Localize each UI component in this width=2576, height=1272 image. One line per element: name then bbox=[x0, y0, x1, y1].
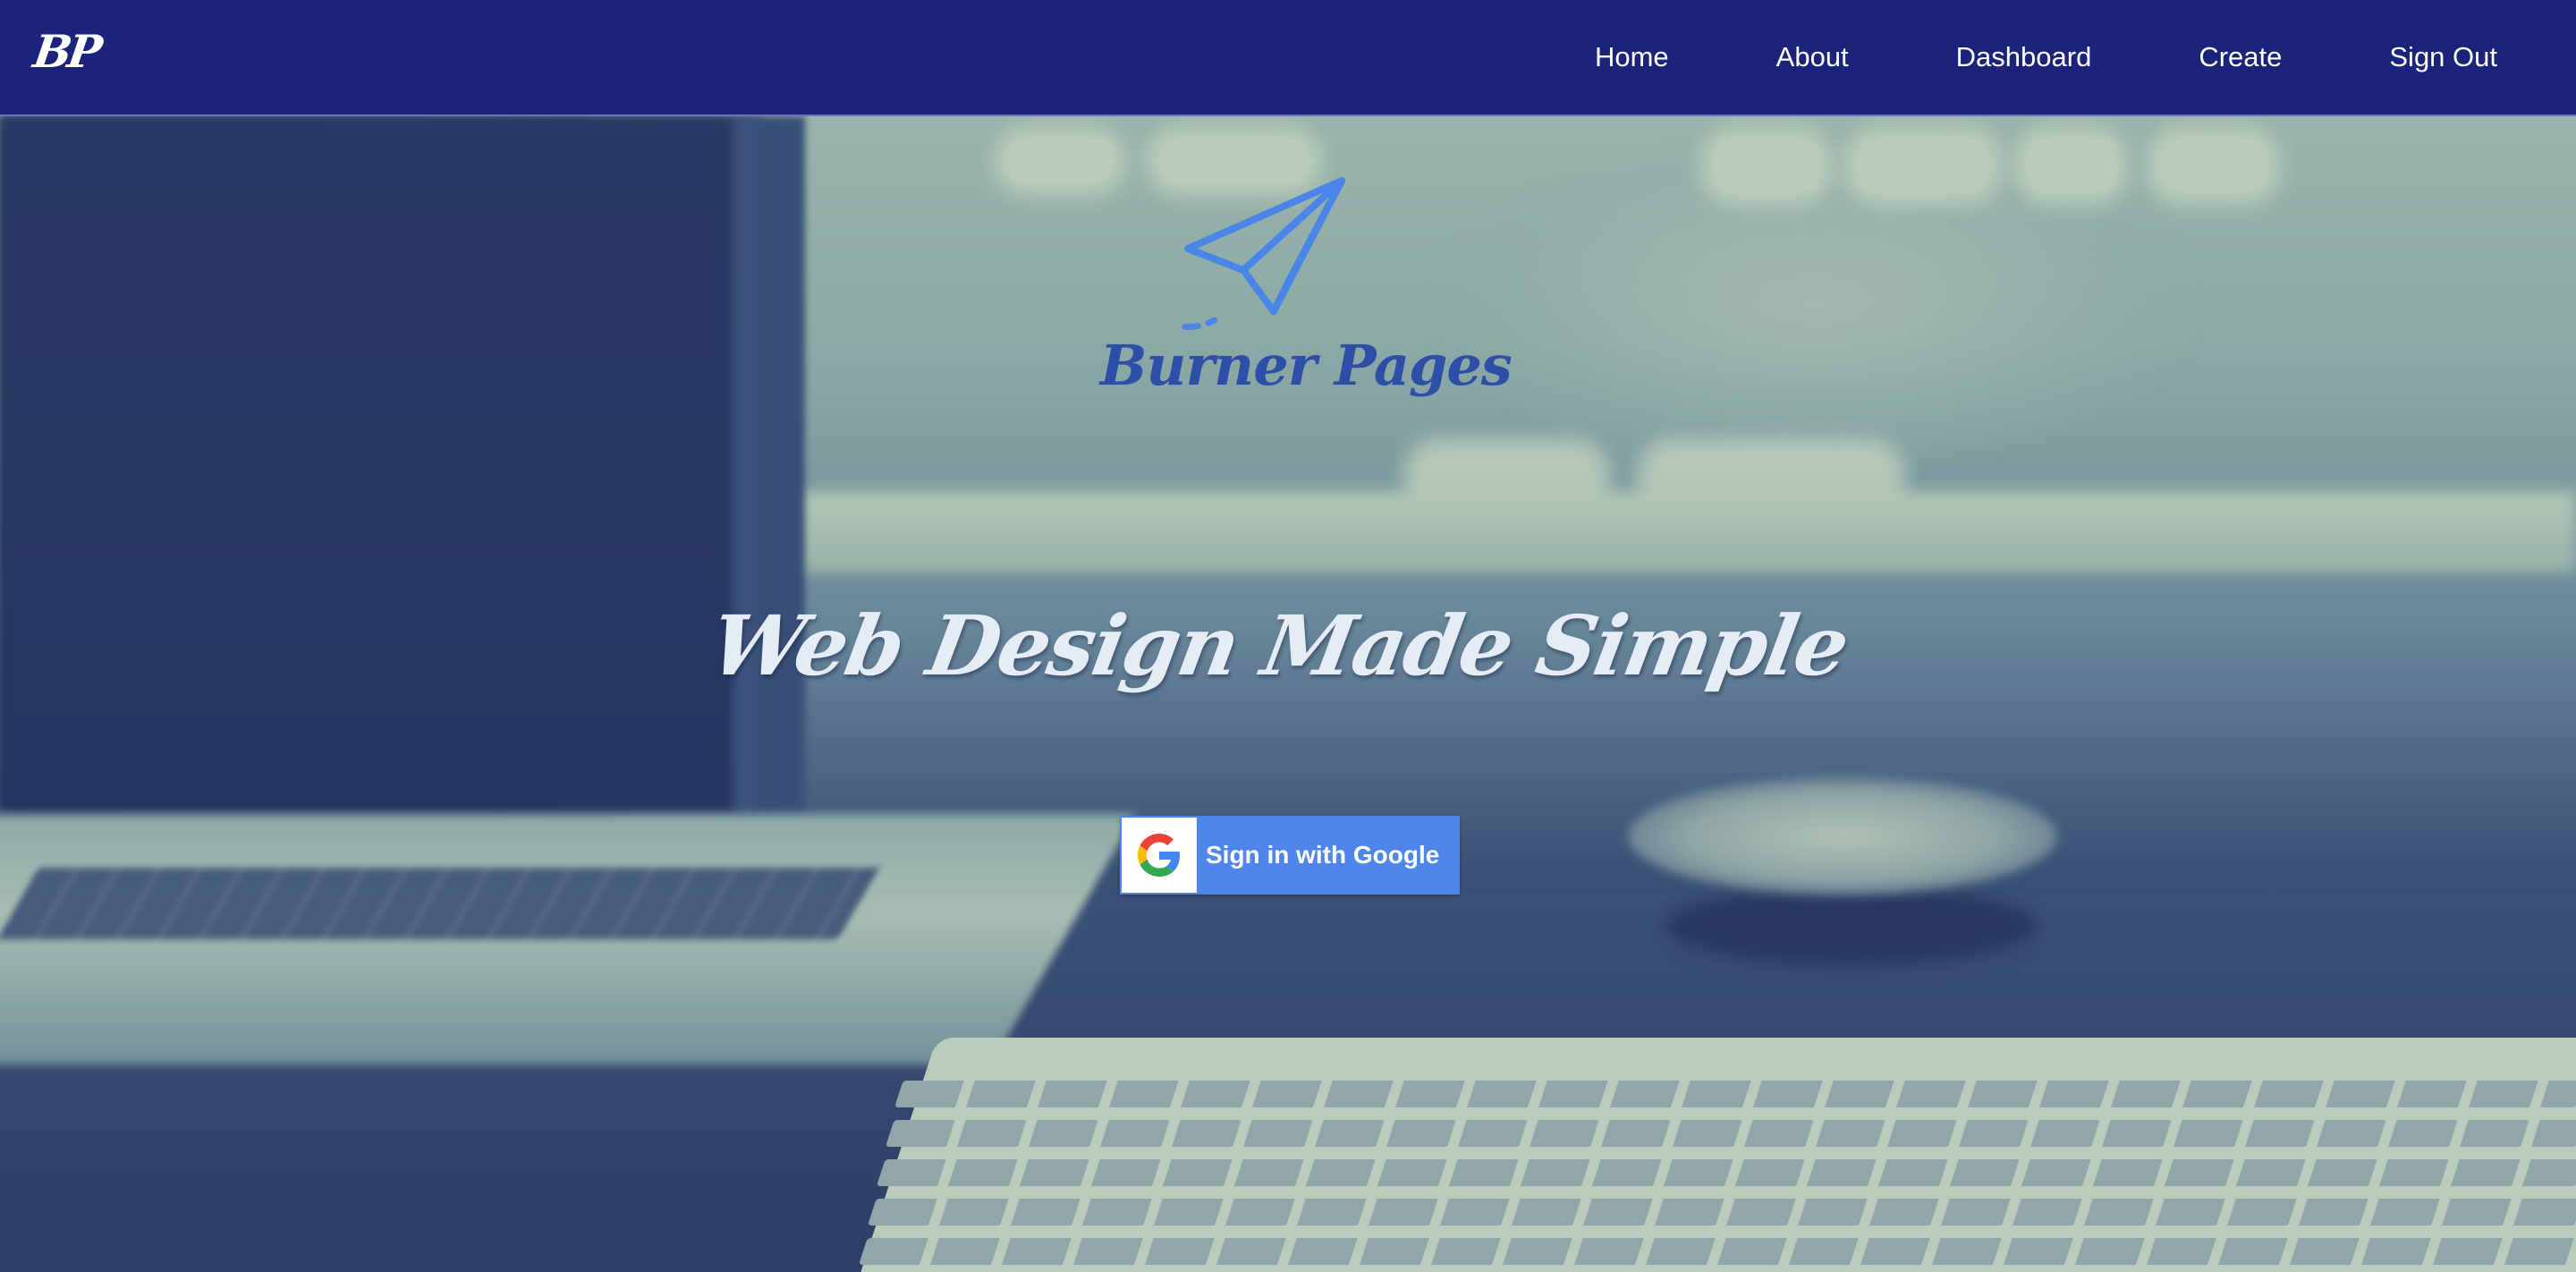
sign-in-with-google-button[interactable]: Sign in with Google bbox=[1120, 816, 1460, 895]
nav-link-create[interactable]: Create bbox=[2199, 41, 2282, 73]
burner-pages-logo: Burner Pages bbox=[1100, 170, 1513, 420]
nav-link-about[interactable]: About bbox=[1776, 41, 1849, 73]
google-icon bbox=[1138, 834, 1180, 877]
nav-links: Home About Dashboard Create Sign Out bbox=[1595, 0, 2497, 114]
paper-plane-icon bbox=[1181, 177, 1345, 330]
hero-headline: Web Design Made Simple bbox=[703, 598, 1855, 694]
brand-logo-link[interactable]: BP bbox=[30, 25, 102, 78]
google-icon-box bbox=[1122, 818, 1197, 893]
page: BP Home About Dashboard Create Sign Out bbox=[0, 0, 2576, 1272]
logo-text: Burner Pages bbox=[1100, 333, 1513, 398]
nav-link-dashboard[interactable]: Dashboard bbox=[1956, 41, 2092, 73]
nav-link-sign-out[interactable]: Sign Out bbox=[2389, 41, 2497, 73]
nav-link-home[interactable]: Home bbox=[1595, 41, 1669, 73]
navbar: BP Home About Dashboard Create Sign Out bbox=[0, 0, 2576, 116]
sign-in-with-google-label: Sign in with Google bbox=[1206, 841, 1440, 869]
hero-headline-wrapper: Web Design Made Simple bbox=[0, 598, 2576, 694]
